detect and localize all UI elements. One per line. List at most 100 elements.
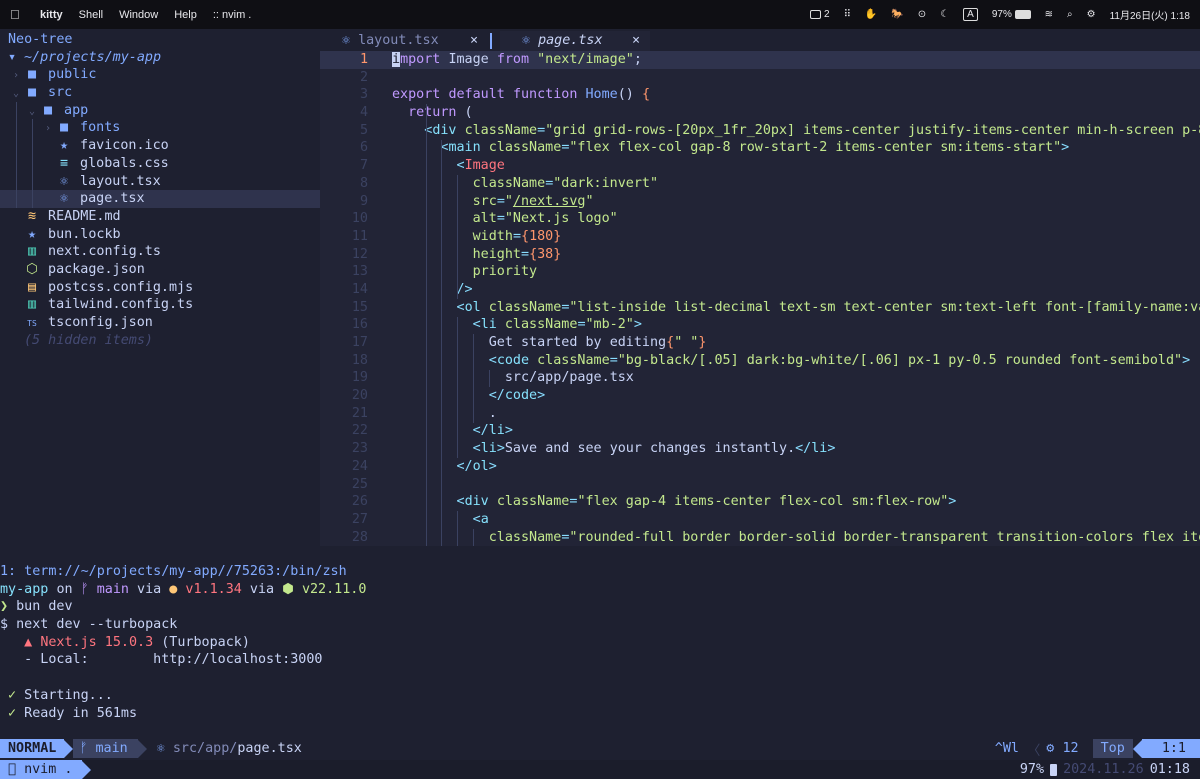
tree-item[interactable]: ⌄ ■ src [0,84,320,102]
code-line[interactable]: 13 priority [320,263,1200,281]
code-line[interactable]: 26 <div className="flex gap-4 items-cent… [320,493,1200,511]
menu-help[interactable]: Help [174,9,197,21]
code-line[interactable]: 6 <main className="flex flex-col gap-8 r… [320,139,1200,157]
clock[interactable]: 11月26日(火) 1:18 [1110,7,1190,22]
line-number: 21 [351,405,368,421]
prompt-symbol: ❯ [0,599,9,615]
tree-item[interactable]: › ■ public [0,66,320,84]
grid-icon[interactable]: ⠿ [844,9,851,20]
tree-item[interactable]: ⌄ ■ app [0,101,320,120]
search-icon[interactable]: ⌕ [1067,9,1073,20]
code-line[interactable]: 14 /> [320,281,1200,299]
tree-item[interactable]: ★ favicon.ico [0,137,320,155]
tab-layout[interactable]: ⚛ layout.tsx × [320,31,488,51]
tree-item[interactable]: ⚛ layout.tsx [0,172,320,191]
code-line[interactable]: 17 Get started by editing{" "} [320,334,1200,352]
file-path: ⚛ src/app/page.tsx [147,741,302,756]
tree-item-label: globals.css [72,155,169,171]
apple-icon[interactable]:  [10,7,22,22]
hand-icon[interactable]: ✋ [865,9,877,20]
terminal-pane[interactable]: 1: term://~/projects/my-app//75263:/bin/… [0,546,1200,739]
tree-item[interactable]: › ■ fonts [0,119,320,138]
code-line[interactable]: 21 . [320,405,1200,423]
code-line[interactable]: 8 className="dark:invert" [320,175,1200,193]
terminal-title: 1: term://~/projects/my-app//75263:/bin/… [0,563,1200,581]
code-line[interactable]: 3 export default function Home() { [320,86,1200,104]
code-line[interactable]: 16 <li className="mb-2"> [320,316,1200,334]
line-number: 18 [351,352,368,368]
tree-item[interactable]: ≋ README.md [0,208,320,226]
battery-icon [1050,763,1058,776]
tab-page[interactable]: ⚛ page.tsx × [500,31,650,51]
battery-status[interactable]: 97% [992,9,1031,20]
play-icon[interactable]: ⊙ [918,9,926,20]
git-branch-icon: ᚠ [79,741,96,756]
code-area[interactable]: 1 import Image from "next/image"; 2 3 export… [320,51,1200,547]
code-line[interactable]: 1 import Image from "next/image"; [320,51,1200,69]
display-icon[interactable]: 2 [810,9,830,20]
tree-item[interactable]: ▤ postcss.config.mjs [0,279,320,297]
keys-indicator: ^Wl [994,741,1019,756]
code-line[interactable]: 18 <code className="bg-black/[.05] dark:… [320,352,1200,370]
wifi-icon[interactable]: ≋ [1045,9,1053,20]
code-line[interactable]: 9 src="/next.svg" [320,193,1200,211]
code-line[interactable]: 10 alt="Next.js logo" [320,210,1200,228]
tmux-window-label: nvim . [16,762,72,777]
code-text: export default function Home() { [392,87,650,103]
mode-indicator: NORMAL [0,739,65,758]
markdown-icon: ≋ [27,208,37,224]
tree-item[interactable]: ⚛ page.tsx [0,190,320,208]
code-line[interactable]: 25 [320,476,1200,494]
code-line[interactable]: 19 src/app/page.tsx [320,369,1200,387]
tree-item[interactable]: ≡ globals.css [0,154,320,173]
code-text: priority [472,264,538,280]
tree-item[interactable]: ⬡ package.json [0,261,320,279]
code-line[interactable]: 2 [320,69,1200,87]
prompt-via: via [137,581,162,597]
indent-guide [425,104,427,547]
tree-item[interactable]: ★ bun.lockb [0,226,320,244]
tree-item[interactable]: ▥ next.config.ts [0,243,320,261]
code-line[interactable]: 20 </code> [320,387,1200,405]
app-menu[interactable]: kitty [40,9,63,21]
chevron-down-icon[interactable]: ⌄ [24,103,40,120]
separator-icon [1132,739,1142,758]
folder-icon: ■ [27,67,37,83]
close-icon[interactable]: × [632,31,640,51]
code-line[interactable]: 4 return ( [320,104,1200,122]
animal-icon[interactable]: 🐎 [891,9,903,20]
node-version: v22.11.0 [301,581,367,597]
control-center-icon[interactable]: ⚙ [1087,9,1096,20]
code-line[interactable]: 15 <ol className="list-inside list-decim… [320,299,1200,317]
code-line[interactable]: 24 </ol> [320,458,1200,476]
npm-icon: ⬡ [26,261,38,277]
code-line[interactable]: 27 <a [320,511,1200,529]
input-source-icon[interactable]: A [963,8,978,21]
close-icon[interactable]: × [470,31,478,51]
chevron-right-icon[interactable]: › [8,67,24,84]
menu-window[interactable]: Window [119,9,158,21]
moon-icon[interactable]: ☾ [940,9,949,20]
code-line[interactable]: 23 <li>Save and see your changes instant… [320,440,1200,458]
indent-guide [457,316,459,459]
chevron-down-icon[interactable]: ⌄ [8,85,24,102]
code-line[interactable]: 12 height={38} [320,246,1200,264]
tree-item-label: src [40,85,73,101]
code-text: <ol className="list-inside list-decimal … [456,299,1200,315]
chevron-right-icon[interactable]: › [40,120,56,137]
tree-item-label: bun.lockb [40,226,121,242]
tree-item[interactable]: ▥ tailwind.config.ts [0,296,320,314]
folder-icon: ■ [59,120,69,136]
line-number: 27 [351,511,368,527]
tree-item[interactable]: TS tsconfig.json [0,314,320,332]
ts-config-icon: ▥ [27,297,37,313]
tmux-window[interactable]: nvim . [0,760,83,779]
code-line[interactable]: 5 <div className="grid grid-rows-[20px_1… [320,122,1200,140]
menu-shell[interactable]: Shell [79,9,103,21]
code-line[interactable]: 28 className="rounded-full border border… [320,529,1200,547]
code-line[interactable]: 22 </li> [320,422,1200,440]
code-line[interactable]: 7 <Image [320,157,1200,175]
code-line[interactable]: 11 width={180} [320,228,1200,246]
tree-root[interactable]: ▾ ~/projects/my-app [0,49,320,67]
line-number: 6 [359,140,368,156]
